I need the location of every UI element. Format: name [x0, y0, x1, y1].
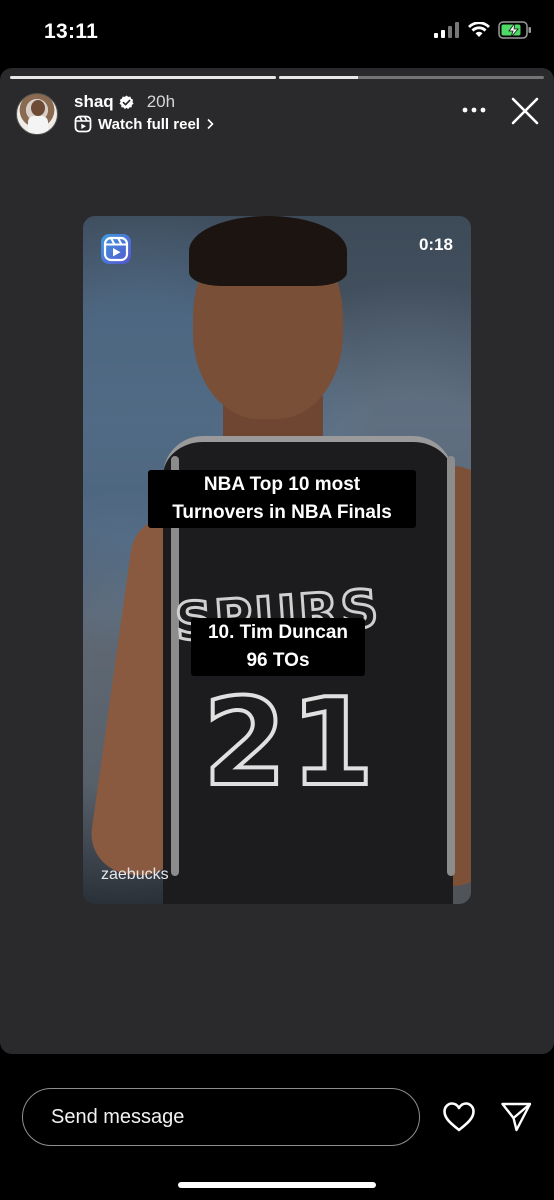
more-options-button[interactable]: [460, 100, 488, 120]
battery-charging-icon: [498, 21, 531, 39]
chevron-right-icon: [207, 118, 214, 130]
wifi-icon: [468, 22, 490, 37]
status-bar: 13:11: [0, 0, 554, 64]
watch-full-reel-link[interactable]: Watch full reel: [74, 115, 214, 133]
caption-line: Turnovers in NBA Finals: [172, 502, 392, 523]
story-progress: [10, 76, 544, 79]
send-message-input[interactable]: [22, 1088, 420, 1146]
signal-icon: [434, 22, 459, 38]
status-time: 13:11: [44, 20, 99, 43]
progress-segment: [278, 76, 544, 79]
reels-icon: [101, 234, 131, 264]
caption-line: 96 TOs: [246, 650, 310, 671]
reel-duration: 0:18: [418, 235, 453, 254]
watch-full-reel-label: Watch full reel: [98, 115, 200, 133]
story-card[interactable]: shaq 20h Watch full reel SPURS 21 0:18 N…: [0, 68, 554, 1054]
time-ago: 20h: [146, 92, 176, 111]
reel-caption-rank: 10. Tim Duncan 96 TOs: [191, 618, 365, 676]
progress-segment: [10, 76, 276, 79]
send-icon[interactable]: [500, 1101, 532, 1133]
player-image-part: [189, 216, 347, 286]
more-horizontal-icon: [462, 107, 486, 113]
reel-watermark: zaebucks: [101, 866, 169, 883]
message-composer: [0, 1054, 554, 1200]
reel-caption-title: NBA Top 10 most Turnovers in NBA Finals: [148, 470, 416, 528]
home-indicator[interactable]: [178, 1182, 376, 1188]
jersey-number: 21: [201, 672, 378, 815]
player-image-part: [447, 456, 455, 876]
caption-line: NBA Top 10 most: [203, 474, 361, 495]
reel-small-icon: [74, 115, 92, 133]
avatar[interactable]: [16, 93, 58, 135]
caption-line: 10. Tim Duncan: [207, 622, 349, 643]
reel-preview[interactable]: SPURS 21 0:18 NBA Top 10 most Turnovers …: [83, 216, 471, 904]
heart-icon[interactable]: [442, 1101, 476, 1133]
username-row[interactable]: shaq 20h: [74, 92, 175, 112]
story-header: shaq 20h Watch full reel: [14, 90, 540, 138]
verified-badge-icon: [119, 94, 134, 109]
username[interactable]: shaq: [74, 92, 114, 112]
close-icon[interactable]: [510, 96, 540, 126]
status-icons: [434, 21, 532, 39]
